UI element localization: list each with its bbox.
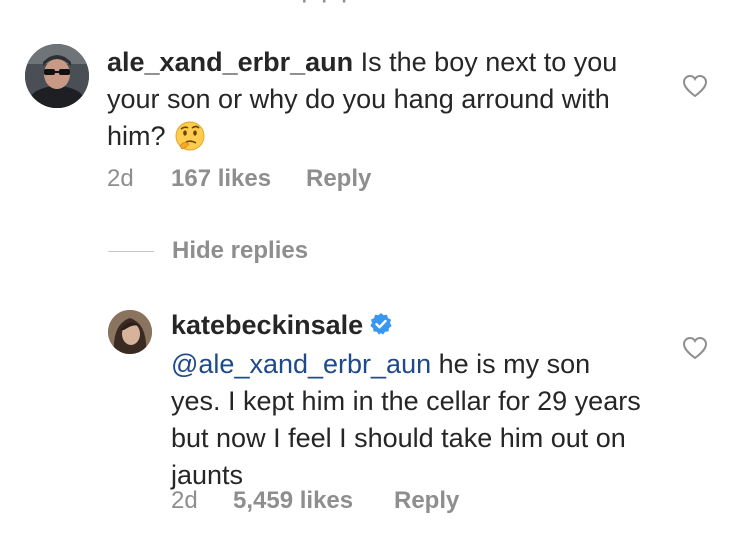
comment-meta: 2d 167 likes Reply: [107, 165, 371, 193]
reply-button[interactable]: Reply: [306, 165, 371, 193]
hide-replies-toggle[interactable]: Hide replies: [108, 237, 308, 265]
likes-count[interactable]: 5,459 likes: [233, 487, 394, 515]
reply-body: katebeckinsale @ale_xand_erbr_aun he is …: [171, 307, 641, 494]
reply-button[interactable]: Reply: [394, 487, 459, 515]
heart-outline-icon[interactable]: [682, 336, 708, 365]
avatar[interactable]: [25, 44, 89, 108]
reply-meta: 2d 5,459 likes Reply: [171, 487, 459, 515]
comment-body: ale_xand_erbr_aun Is the boy next to you…: [107, 44, 647, 162]
comment-username[interactable]: ale_xand_erbr_aun: [107, 47, 353, 77]
likes-count[interactable]: 167 likes: [171, 165, 306, 193]
avatar[interactable]: [108, 310, 152, 354]
mention-link[interactable]: @ale_xand_erbr_aun: [171, 349, 431, 379]
divider-line: [108, 250, 154, 252]
comments-thread: · · · ale_xand_erbr_aun Is the boy next …: [0, 0, 750, 551]
cutoff-text-fragment: · · ·: [300, 0, 350, 15]
thinking-face-emoji: [174, 120, 206, 162]
hide-replies-label[interactable]: Hide replies: [172, 237, 308, 265]
verified-badge-icon: [369, 309, 393, 346]
reply-username[interactable]: katebeckinsale: [171, 310, 363, 340]
heart-outline-icon[interactable]: [682, 74, 708, 103]
reply-timestamp: 2d: [171, 487, 198, 514]
comment-timestamp: 2d: [107, 165, 134, 192]
